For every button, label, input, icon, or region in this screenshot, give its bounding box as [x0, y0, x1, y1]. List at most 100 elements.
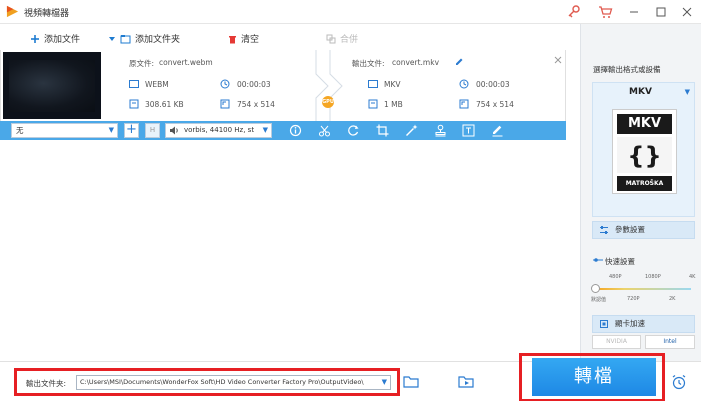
- close-icon[interactable]: [679, 4, 695, 20]
- parameter-settings-label: 參數設置: [615, 225, 645, 234]
- gpu-badge: GPU: [322, 96, 334, 108]
- clock-icon: [459, 79, 469, 89]
- output-resolution: 754 x 514: [476, 100, 514, 109]
- audio-track-select[interactable]: vorbis, 44100 Hz, st ▼: [165, 123, 272, 138]
- crop-icon[interactable]: [376, 124, 389, 137]
- quality-tick-1080p: 1080P: [645, 274, 661, 280]
- quick-settings-title: 快速設置: [605, 257, 635, 266]
- clear-label: 清空: [241, 35, 260, 45]
- file-size-icon: [129, 99, 139, 109]
- plus-icon: [31, 34, 39, 43]
- merge-icon: [326, 34, 336, 43]
- output-format-title: 選擇輸出格式或設備: [593, 65, 661, 74]
- output-label: 輸出文件:: [352, 59, 385, 68]
- gpu-acceleration-button[interactable]: 顯卡加速: [592, 315, 695, 333]
- main-toolbar: 添加文件 添加文件夹 清空 合併: [0, 26, 580, 50]
- file-list-area[interactable]: [0, 140, 580, 360]
- intel-badge[interactable]: Intel: [645, 335, 695, 349]
- speaker-icon: [170, 126, 178, 135]
- chevron-down-icon: ▼: [108, 126, 114, 134]
- source-resolution: 754 x 514: [237, 100, 275, 109]
- subtitle-select[interactable]: 无 ▼: [11, 123, 118, 138]
- scissors-icon[interactable]: [318, 124, 331, 137]
- quality-tick-480p: 480P: [609, 274, 622, 280]
- watermark-stamp-icon[interactable]: [434, 124, 447, 137]
- quality-tick-2k: 2K: [669, 296, 676, 302]
- video-format-icon: [368, 79, 378, 89]
- remove-file-icon[interactable]: [553, 55, 563, 65]
- svg-text:{}: {}: [627, 142, 661, 170]
- source-duration: 00:00:03: [237, 80, 271, 89]
- clear-button[interactable]: 清空: [228, 32, 259, 45]
- selected-format-label: MKV: [629, 87, 652, 97]
- output-format-selector[interactable]: MKV ▼ MKV {} MATROŠKA: [592, 82, 695, 217]
- key-icon[interactable]: [566, 4, 582, 20]
- alarm-clock-icon[interactable]: [671, 374, 687, 390]
- app-logo-icon: [6, 5, 19, 18]
- cart-icon[interactable]: [597, 4, 613, 20]
- output-folder-label: 輸出文件夹:: [26, 379, 67, 388]
- clock-icon: [220, 79, 230, 89]
- quality-tick-4k: 4K: [689, 274, 696, 280]
- source-format: WEBM: [145, 80, 169, 89]
- chevron-down-icon: [109, 36, 115, 41]
- edit-bar: 无 ▼ + H vorbis, 44100 Hz, st ▼: [0, 121, 566, 140]
- chevron-down-icon: ▼: [262, 126, 268, 134]
- add-file-button[interactable]: 添加文件: [30, 32, 80, 45]
- info-icon[interactable]: [289, 124, 302, 137]
- add-folder-button[interactable]: 添加文件夹: [108, 32, 180, 45]
- output-folder-path-select[interactable]: C:\Users\MSI\Documents\WonderFox Soft\HD…: [76, 375, 391, 390]
- video-thumbnail[interactable]: [3, 52, 101, 119]
- maximize-icon[interactable]: [653, 4, 669, 20]
- audio-track-value: vorbis, 44100 Hz, st: [184, 126, 255, 134]
- parameter-settings-button[interactable]: 參數設置: [592, 221, 695, 239]
- file-item-card[interactable]: 原文件: convert.webm WEBM 00:00:03 308.61 K…: [0, 50, 566, 122]
- video-format-icon: [129, 79, 139, 89]
- trash-icon: [229, 35, 236, 43]
- title-bar: 視頻轉檔器: [0, 0, 701, 24]
- convert-button[interactable]: 轉檔: [532, 358, 656, 396]
- source-label: 原文件:: [129, 59, 155, 68]
- merge-button[interactable]: 合併: [326, 32, 358, 45]
- open-output-folder-icon[interactable]: [458, 374, 474, 388]
- mkv-format-icon: MKV {} MATROŠKA: [612, 109, 677, 194]
- quick-settings-icon: [593, 258, 603, 262]
- settings-sliders-icon: [599, 225, 609, 235]
- browse-folder-icon[interactable]: [403, 374, 419, 388]
- subtitle-value: 无: [16, 126, 24, 135]
- minimize-icon[interactable]: [626, 4, 642, 20]
- matroska-label: MATROŠKA: [617, 176, 672, 191]
- output-format: MKV: [384, 80, 401, 89]
- quality-tick-720p: 720P: [627, 296, 640, 302]
- output-duration: 00:00:03: [476, 80, 510, 89]
- quality-slider-track[interactable]: [596, 288, 691, 290]
- add-subtitle-button[interactable]: +: [124, 123, 139, 138]
- output-format-panel: 選擇輸出格式或設備 MKV ▼ MKV {} MATROŠKA 參數設置 快速設…: [580, 24, 701, 361]
- chevron-down-icon: ▼: [381, 376, 387, 389]
- chevron-down-icon: ▼: [684, 88, 690, 96]
- output-size: 1 MB: [384, 100, 403, 109]
- merge-label: 合併: [340, 35, 359, 45]
- edit-pen-icon[interactable]: [491, 124, 504, 137]
- gpu-acceleration-label: 顯卡加速: [615, 319, 645, 328]
- nvidia-badge[interactable]: NVIDIA: [592, 335, 641, 349]
- output-folder-section: 輸出文件夹: C:\Users\MSI\Documents\WonderFox …: [14, 368, 400, 396]
- quality-tick-default: 默認值: [591, 297, 607, 303]
- quality-slider-handle[interactable]: [591, 284, 600, 293]
- subtitle-style-icon[interactable]: [462, 124, 475, 137]
- resolution-icon: [220, 99, 230, 109]
- resolution-icon: [459, 99, 469, 109]
- add-folder-label: 添加文件夹: [135, 35, 181, 45]
- bottom-bar: 輸出文件夹: C:\Users\MSI\Documents\WonderFox …: [0, 353, 701, 401]
- subtitle-mark-button[interactable]: H: [145, 123, 160, 138]
- add-file-label: 添加文件: [44, 35, 81, 45]
- rotate-icon[interactable]: [347, 124, 360, 137]
- app-title: 視頻轉檔器: [24, 9, 70, 19]
- output-filename: convert.mkv: [392, 58, 440, 67]
- convert-section: 轉檔: [519, 353, 665, 401]
- rename-pencil-icon[interactable]: [454, 57, 464, 67]
- source-size: 308.61 KB: [145, 100, 184, 109]
- file-size-icon: [368, 99, 378, 109]
- effects-wand-icon[interactable]: [405, 124, 418, 137]
- output-folder-path: C:\Users\MSI\Documents\WonderFox Soft\HD…: [80, 378, 364, 386]
